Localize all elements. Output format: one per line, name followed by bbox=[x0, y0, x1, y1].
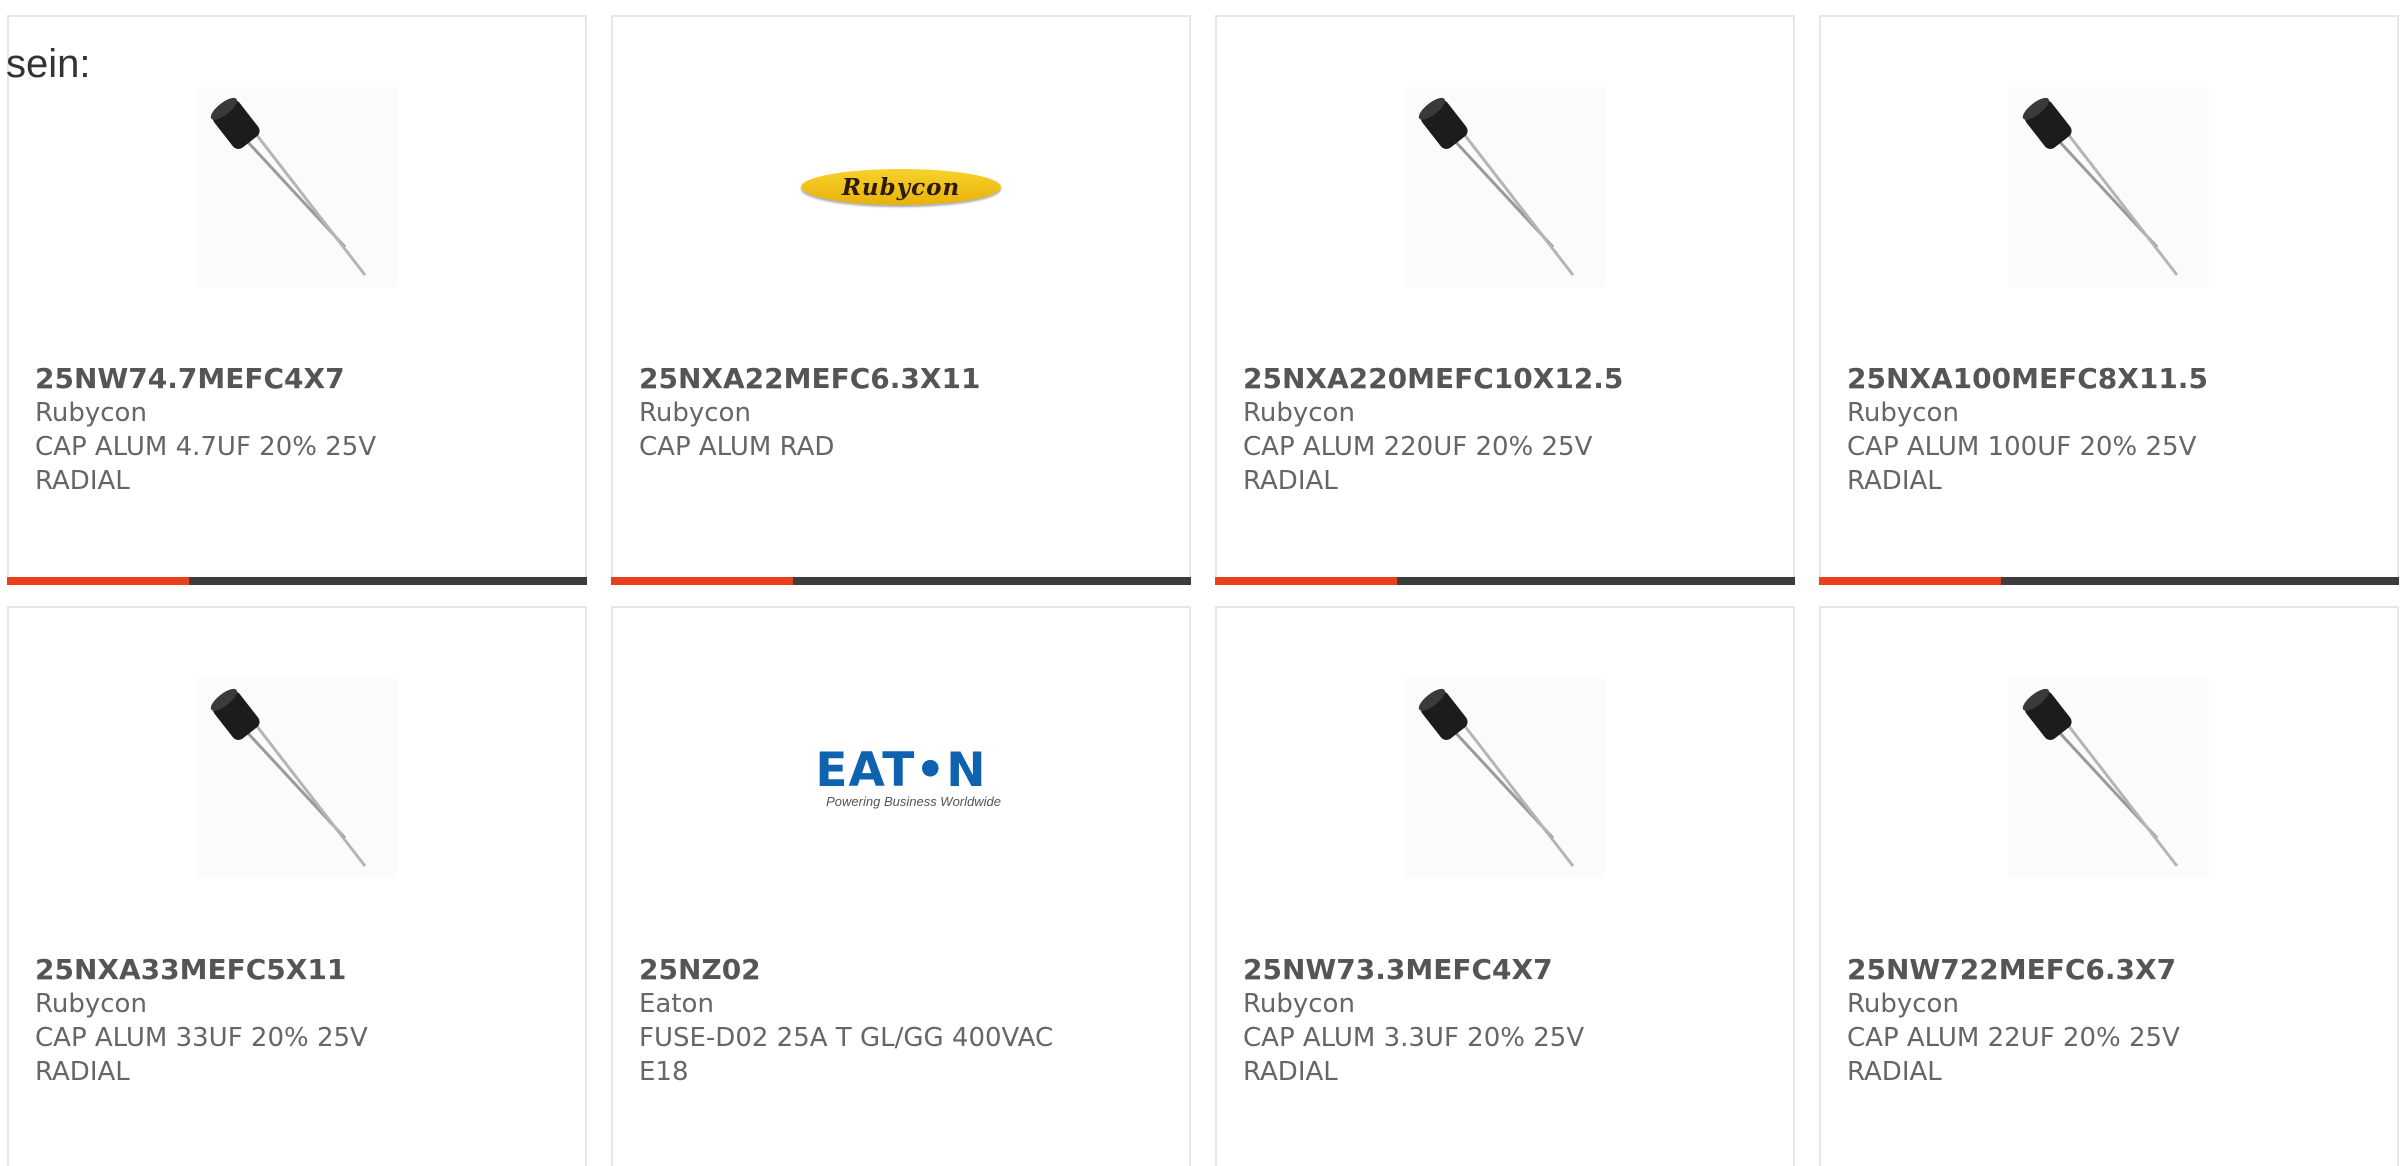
capacitor-image[interactable] bbox=[1405, 87, 1605, 287]
capacitor-image[interactable] bbox=[2009, 87, 2209, 287]
part-number[interactable]: 25NW73.3MEFC4X7 bbox=[1243, 953, 1773, 987]
part-number[interactable]: 25NXA100MEFC8X11.5 bbox=[1847, 362, 2377, 396]
capacitor-image[interactable] bbox=[2009, 678, 2209, 878]
eaton-logo-wordmark: EAT•N bbox=[815, 743, 987, 798]
product-card[interactable]: 25NXA33MEFC5X11 Rubycon CAP ALUM 33UF 20… bbox=[7, 606, 587, 1166]
description: CAP ALUM RAD bbox=[639, 432, 835, 462]
description: CAP ALUM 3.3UF 20% 25V RADIAL bbox=[1243, 1023, 1585, 1087]
accent-bar bbox=[7, 577, 587, 585]
manufacturer: Rubycon bbox=[1847, 398, 1959, 428]
manufacturer: Rubycon bbox=[1243, 989, 1355, 1019]
part-number[interactable]: 25NXA33MEFC5X11 bbox=[35, 953, 565, 987]
product-card[interactable]: 25NXA220MEFC10X12.5 Rubycon CAP ALUM 220… bbox=[1215, 15, 1795, 585]
accent-bar bbox=[1819, 577, 2399, 585]
description: CAP ALUM 100UF 20% 25V RADIAL bbox=[1847, 432, 2197, 496]
eaton-logo-tagline: Powering Business Worldwide bbox=[826, 794, 1001, 809]
product-grid: 25NW74.7MEFC4X7 Rubycon CAP ALUM 4.7UF 2… bbox=[0, 0, 2400, 1166]
description: CAP ALUM 22UF 20% 25V RADIAL bbox=[1847, 1023, 2180, 1087]
manufacturer: Rubycon bbox=[35, 398, 147, 428]
description: FUSE-D02 25A T GL/GG 400VAC E18 bbox=[639, 1023, 1054, 1087]
capacitor-image[interactable] bbox=[1405, 678, 1605, 878]
eaton-logo: EAT•N Powering Business Worldwide bbox=[801, 747, 1001, 809]
product-card[interactable]: 25NW74.7MEFC4X7 Rubycon CAP ALUM 4.7UF 2… bbox=[7, 15, 587, 585]
product-card[interactable]: 25NW722MEFC6.3X7 Rubycon CAP ALUM 22UF 2… bbox=[1819, 606, 2399, 1166]
capacitor-image[interactable] bbox=[197, 87, 397, 287]
part-number[interactable]: 25NXA22MEFC6.3X11 bbox=[639, 362, 1169, 396]
description: CAP ALUM 220UF 20% 25V RADIAL bbox=[1243, 432, 1593, 496]
part-number[interactable]: 25NZ02 bbox=[639, 953, 1169, 987]
description: CAP ALUM 33UF 20% 25V RADIAL bbox=[35, 1023, 368, 1087]
capacitor-image[interactable] bbox=[197, 678, 397, 878]
intro-text: sein: bbox=[6, 42, 91, 86]
part-number[interactable]: 25NW722MEFC6.3X7 bbox=[1847, 953, 2377, 987]
part-number[interactable]: 25NW74.7MEFC4X7 bbox=[35, 362, 565, 396]
part-number[interactable]: 25NXA220MEFC10X12.5 bbox=[1243, 362, 1773, 396]
description: CAP ALUM 4.7UF 20% 25V RADIAL bbox=[35, 432, 377, 496]
manufacturer: Rubycon bbox=[1243, 398, 1355, 428]
manufacturer: Eaton bbox=[639, 989, 714, 1019]
manufacturer: Rubycon bbox=[639, 398, 751, 428]
manufacturer: Rubycon bbox=[35, 989, 147, 1019]
manufacturer-logo-image[interactable]: EAT•N Powering Business Worldwide bbox=[801, 678, 1001, 878]
product-card[interactable]: EAT•N Powering Business Worldwide 25NZ02… bbox=[611, 606, 1191, 1166]
manufacturer: Rubycon bbox=[1847, 989, 1959, 1019]
manufacturer-logo-image[interactable]: Rubycon bbox=[801, 87, 1001, 287]
product-card[interactable]: 25NXA100MEFC8X11.5 Rubycon CAP ALUM 100U… bbox=[1819, 15, 2399, 585]
accent-bar bbox=[611, 577, 1191, 585]
product-card[interactable]: 25NW73.3MEFC4X7 Rubycon CAP ALUM 3.3UF 2… bbox=[1215, 606, 1795, 1166]
rubycon-logo: Rubycon bbox=[801, 169, 1001, 205]
product-card[interactable]: Rubycon 25NXA22MEFC6.3X11 Rubycon CAP AL… bbox=[611, 15, 1191, 585]
accent-bar bbox=[1215, 577, 1795, 585]
